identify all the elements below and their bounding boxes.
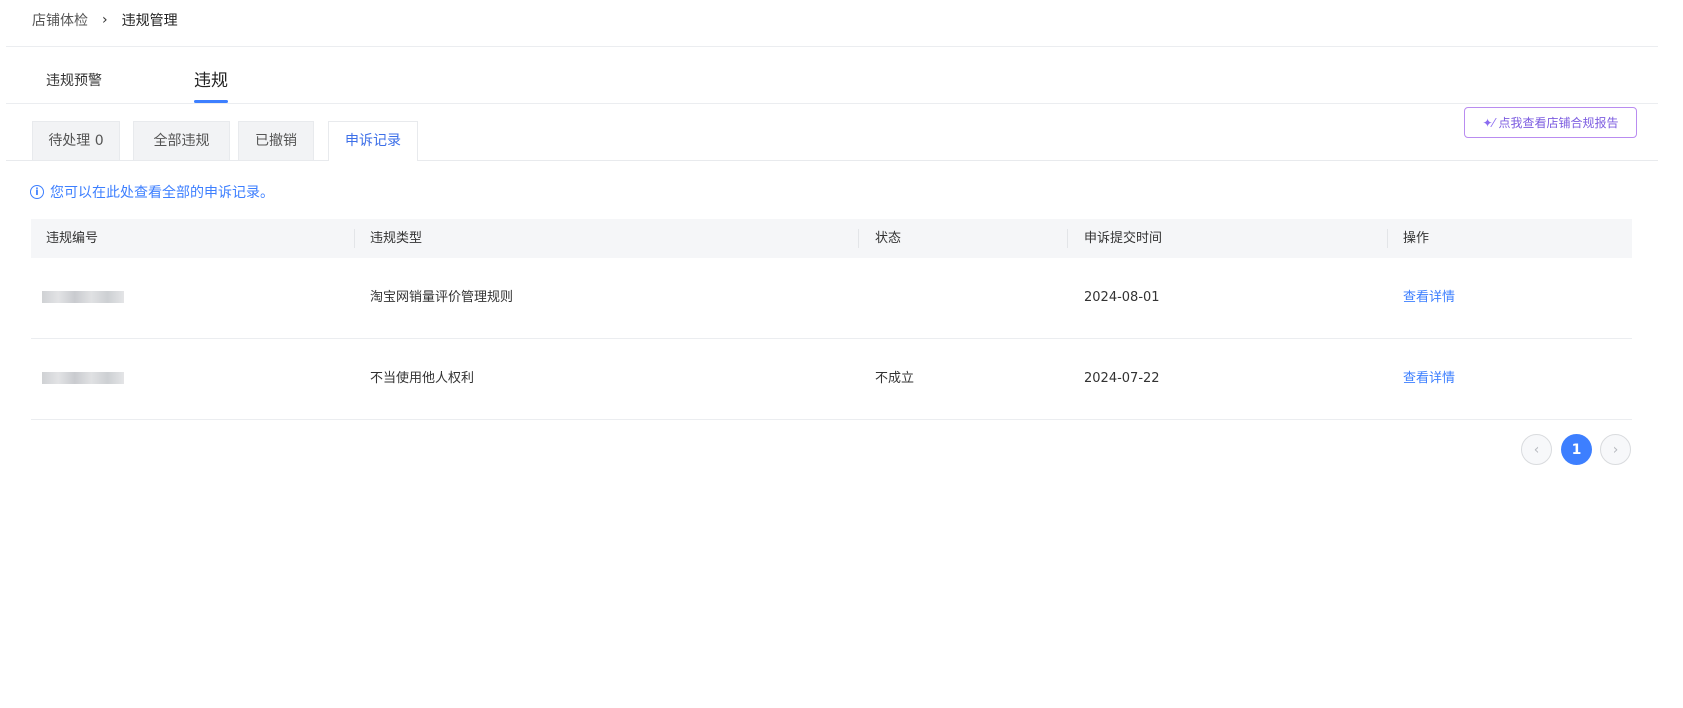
- page-1-button[interactable]: 1: [1561, 434, 1592, 465]
- info-icon: i: [30, 185, 44, 199]
- tab-pending[interactable]: 待处理 0: [32, 121, 120, 160]
- tab-violation-warning[interactable]: 违规预警: [46, 60, 102, 103]
- breadcrumb-parent[interactable]: 店铺体检: [32, 10, 88, 30]
- table-header: 违规编号 违规类型 状态 申诉提交时间 操作: [31, 219, 1632, 258]
- tab-violation[interactable]: 违规: [194, 60, 228, 103]
- column-divider: [354, 229, 355, 248]
- sub-tabs: 待处理 0 全部违规 已撤销 申诉记录: [6, 121, 1658, 161]
- table-row: 不当使用他人权利 不成立 2024-07-22 查看详情: [31, 339, 1632, 420]
- header-violation-id: 违规编号: [46, 231, 99, 246]
- notice-bar: i 您可以在此处查看全部的申诉记录。: [30, 181, 274, 203]
- breadcrumb-current: 违规管理: [121, 13, 178, 29]
- column-divider: [1387, 229, 1388, 248]
- header-action: 操作: [1403, 231, 1430, 246]
- cell-submit-time: 2024-08-01: [1084, 290, 1160, 305]
- cell-violation-type: 淘宝网销量评价管理规则: [370, 290, 514, 305]
- header-divider: [6, 46, 1658, 47]
- tab-revoked[interactable]: 已撤销: [238, 121, 314, 160]
- pagination: ‹ 1 ›: [0, 434, 1683, 467]
- header-violation-type: 违规类型: [370, 231, 423, 246]
- breadcrumb: 店铺体检 › 违规管理: [32, 8, 178, 32]
- table-row: 淘宝网销量评价管理规则 2024-08-01 查看详情: [31, 258, 1632, 339]
- view-details-link[interactable]: 查看详情: [1403, 258, 1455, 338]
- header-status: 状态: [875, 231, 902, 246]
- column-divider: [858, 229, 859, 248]
- notice-text: 您可以在此处查看全部的申诉记录。: [50, 185, 274, 201]
- tab-all-violations[interactable]: 全部违规: [133, 121, 230, 160]
- chevron-right-icon: ›: [102, 12, 108, 28]
- redacted-violation-id: [42, 291, 124, 303]
- cell-submit-time: 2024-07-22: [1084, 371, 1160, 386]
- redacted-violation-id: [42, 372, 124, 384]
- view-details-link[interactable]: 查看详情: [1403, 339, 1455, 419]
- header-submit-time: 申诉提交时间: [1084, 231, 1163, 246]
- cell-violation-type: 不当使用他人权利: [370, 371, 475, 386]
- appeal-records-table: 违规编号 违规类型 状态 申诉提交时间 操作 淘宝网销量评价管理规则 2024-…: [31, 219, 1632, 420]
- cell-status: 不成立: [875, 371, 915, 386]
- next-page-button[interactable]: ›: [1600, 434, 1631, 465]
- main-tabs: 违规预警 违规: [6, 60, 1658, 104]
- tab-appeal-records[interactable]: 申诉记录: [328, 121, 418, 161]
- column-divider: [1067, 229, 1068, 248]
- prev-page-button[interactable]: ‹: [1521, 434, 1552, 465]
